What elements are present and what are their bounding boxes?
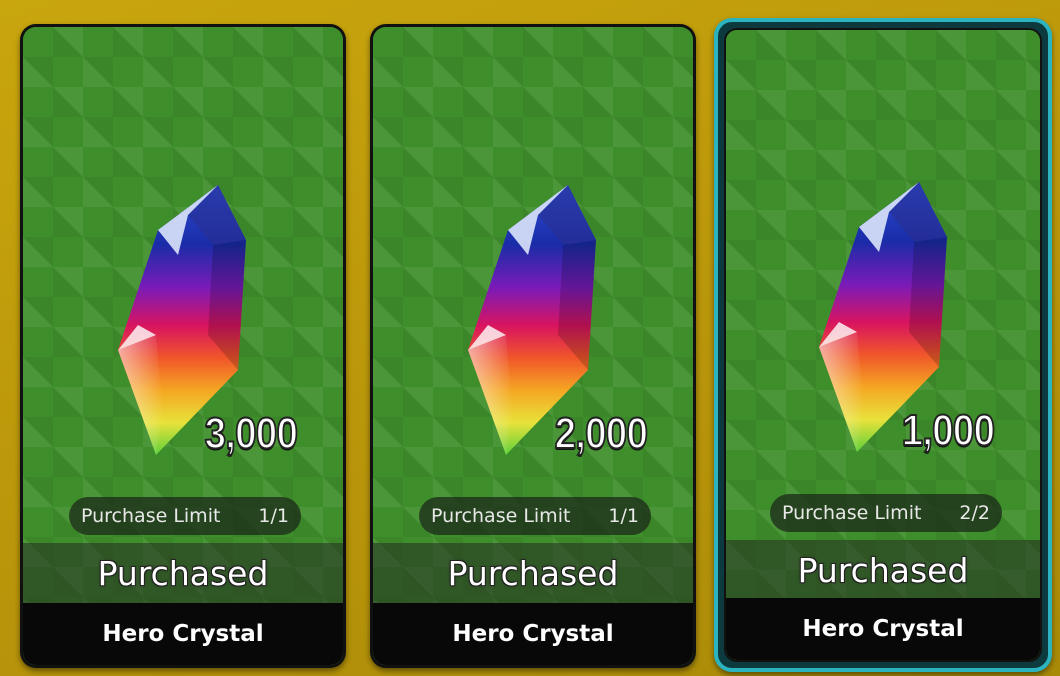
status-band: Purchased	[373, 543, 693, 603]
purchase-limit-label: Purchase Limit	[431, 505, 571, 527]
price-label: 2,000	[554, 408, 649, 459]
item-name-band: Hero Crystal	[23, 603, 343, 665]
item-name-band: Hero Crystal	[726, 598, 1040, 660]
item-name-band: Hero Crystal	[373, 603, 693, 665]
shop-item-card-2[interactable]: 2,000 Purchase Limit 1/1 Purchased Hero …	[370, 24, 696, 668]
price-label: 1,000	[901, 405, 996, 456]
purchase-limit-value: 2/2	[959, 502, 990, 524]
card-face: 2,000 Purchase Limit 1/1 Purchased Hero …	[373, 27, 693, 665]
item-name: Hero Crystal	[452, 621, 614, 647]
purchase-limit-label: Purchase Limit	[81, 505, 221, 527]
item-name: Hero Crystal	[102, 621, 264, 647]
item-name: Hero Crystal	[802, 616, 964, 642]
shop-item-card-1[interactable]: 3,000 Purchase Limit 1/1 Purchased Hero …	[20, 24, 346, 668]
status-band: Purchased	[726, 540, 1040, 600]
purchase-limit-value: 1/1	[258, 505, 289, 527]
purchase-status: Purchased	[797, 550, 969, 590]
purchase-limit-value: 1/1	[608, 505, 639, 527]
shop-item-card-3-selected[interactable]: 1,000 Purchase Limit 2/2 Purchased Hero …	[714, 18, 1052, 672]
price-label: 3,000	[204, 408, 299, 459]
purchase-status: Purchased	[97, 553, 269, 593]
purchase-limit-badge: Purchase Limit 1/1	[69, 497, 301, 535]
card-face: 1,000 Purchase Limit 2/2 Purchased Hero …	[724, 28, 1042, 662]
purchase-limit-label: Purchase Limit	[782, 502, 922, 524]
status-band: Purchased	[23, 543, 343, 603]
purchase-limit-badge: Purchase Limit 2/2	[770, 494, 1002, 532]
card-face: 3,000 Purchase Limit 1/1 Purchased Hero …	[23, 27, 343, 665]
purchase-limit-badge: Purchase Limit 1/1	[419, 497, 651, 535]
purchase-status: Purchased	[447, 553, 619, 593]
